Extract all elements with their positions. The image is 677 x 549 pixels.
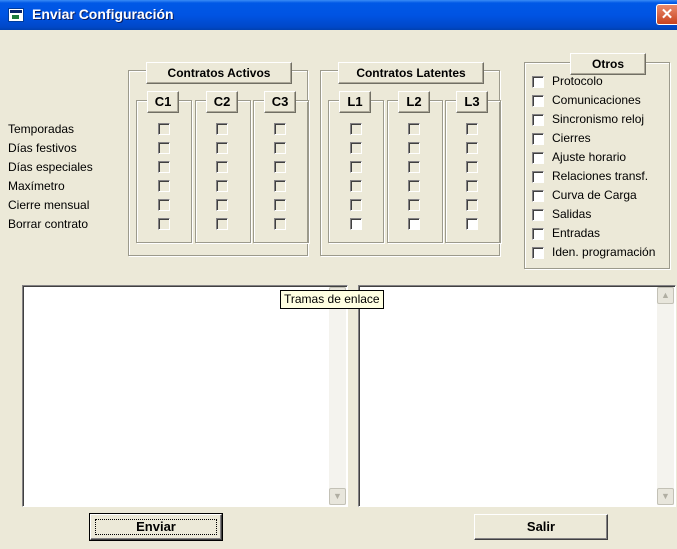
row-label-borrar-contrato: Borrar contrato bbox=[8, 217, 89, 231]
scroll-up-arrow-icon[interactable]: ▲ bbox=[657, 287, 674, 304]
c1-maximetro-checkbox[interactable] bbox=[158, 180, 170, 192]
c2-column-title: C2 bbox=[206, 91, 238, 113]
c3-dias-especiales-checkbox[interactable] bbox=[274, 161, 286, 173]
c1-dias-especiales-checkbox[interactable] bbox=[158, 161, 170, 173]
c1-column-title: C1 bbox=[147, 91, 179, 113]
curva-de-carga-label: Curva de Carga bbox=[552, 188, 637, 202]
l2-cierre-mensual-checkbox[interactable] bbox=[408, 199, 420, 211]
l3-maximetro-checkbox[interactable] bbox=[466, 180, 478, 192]
l1-cierre-mensual-checkbox[interactable] bbox=[350, 199, 362, 211]
window-title: Enviar Configuración bbox=[32, 6, 174, 22]
right-text-area-scrollbar[interactable]: ▲ ▼ bbox=[657, 287, 674, 505]
left-text-area-scrollbar[interactable]: ▲ ▼ bbox=[329, 287, 346, 505]
l3-dias-especiales-checkbox[interactable] bbox=[466, 161, 478, 173]
ajuste-horario-checkbox[interactable] bbox=[532, 152, 544, 164]
c3-dias-festivos-checkbox[interactable] bbox=[274, 142, 286, 154]
entradas-label: Entradas bbox=[552, 226, 601, 240]
salidas-checkbox[interactable] bbox=[532, 209, 544, 221]
iden-programacion-label: Iden. programación bbox=[552, 245, 656, 259]
l3-cierre-mensual-checkbox[interactable] bbox=[466, 199, 478, 211]
row-label-cierre-mensual: Cierre mensual bbox=[8, 198, 90, 212]
sincronismo-reloj-label: Sincronismo reloj bbox=[552, 112, 645, 126]
scroll-down-arrow-icon[interactable]: ▼ bbox=[329, 488, 346, 505]
row-label-temporadas: Temporadas bbox=[8, 122, 75, 136]
l2-dias-especiales-checkbox[interactable] bbox=[408, 161, 420, 173]
protocolo-label: Protocolo bbox=[552, 74, 603, 88]
l3-column-title: L3 bbox=[456, 91, 488, 113]
c1-cierre-mensual-checkbox[interactable] bbox=[158, 199, 170, 211]
cierres-checkbox[interactable] bbox=[532, 133, 544, 145]
c3-temporadas-checkbox[interactable] bbox=[274, 123, 286, 135]
c2-temporadas-checkbox[interactable] bbox=[216, 123, 228, 135]
relaciones-transf-label: Relaciones transf. bbox=[552, 169, 649, 183]
c3-borrar-contrato-checkbox[interactable] bbox=[274, 218, 286, 230]
ajuste-horario-label: Ajuste horario bbox=[552, 150, 627, 164]
c2-dias-especiales-checkbox[interactable] bbox=[216, 161, 228, 173]
c1-dias-festivos-checkbox[interactable] bbox=[158, 142, 170, 154]
comunicaciones-checkbox[interactable] bbox=[532, 95, 544, 107]
cierres-label: Cierres bbox=[552, 131, 591, 145]
l1-maximetro-checkbox[interactable] bbox=[350, 180, 362, 192]
row-label-dias-festivos: Días festivos bbox=[8, 141, 77, 155]
salidas-label: Salidas bbox=[552, 207, 592, 221]
entradas-checkbox[interactable] bbox=[532, 228, 544, 240]
left-text-area[interactable]: ▲ ▼ bbox=[22, 285, 348, 507]
salir-button[interactable]: Salir bbox=[474, 514, 608, 540]
l3-temporadas-checkbox[interactable] bbox=[466, 123, 478, 135]
c3-maximetro-checkbox[interactable] bbox=[274, 180, 286, 192]
l2-dias-festivos-checkbox[interactable] bbox=[408, 142, 420, 154]
enviar-button[interactable]: Enviar bbox=[89, 513, 223, 541]
c2-borrar-contrato-checkbox[interactable] bbox=[216, 218, 228, 230]
l2-column-title: L2 bbox=[398, 91, 430, 113]
c2-maximetro-checkbox[interactable] bbox=[216, 180, 228, 192]
c1-borrar-contrato-checkbox[interactable] bbox=[158, 218, 170, 230]
curva-de-carga-checkbox[interactable] bbox=[532, 190, 544, 202]
scroll-down-arrow-icon[interactable]: ▼ bbox=[657, 488, 674, 505]
l2-temporadas-checkbox[interactable] bbox=[408, 123, 420, 135]
l1-dias-especiales-checkbox[interactable] bbox=[350, 161, 362, 173]
l1-dias-festivos-checkbox[interactable] bbox=[350, 142, 362, 154]
salir-button-label: Salir bbox=[526, 519, 556, 534]
row-label-maximetro: Maxímetro bbox=[8, 179, 65, 193]
row-label-dias-especiales: Días especiales bbox=[8, 160, 93, 174]
l2-maximetro-checkbox[interactable] bbox=[408, 180, 420, 192]
l3-dias-festivos-checkbox[interactable] bbox=[466, 142, 478, 154]
l3-borrar-contrato-checkbox[interactable] bbox=[466, 218, 478, 230]
protocolo-checkbox[interactable] bbox=[532, 76, 544, 88]
right-text-area[interactable]: ▲ ▼ bbox=[358, 285, 676, 507]
l2-borrar-contrato-checkbox[interactable] bbox=[408, 218, 420, 230]
tooltip-tramas-de-enlace: Tramas de enlace bbox=[280, 290, 384, 309]
l1-borrar-contrato-checkbox[interactable] bbox=[350, 218, 362, 230]
app-window-icon bbox=[8, 8, 24, 22]
sincronismo-reloj-checkbox[interactable] bbox=[532, 114, 544, 126]
title-bar: Enviar Configuración ✕ bbox=[0, 0, 677, 30]
l1-temporadas-checkbox[interactable] bbox=[350, 123, 362, 135]
relaciones-transf-checkbox[interactable] bbox=[532, 171, 544, 183]
iden-programacion-checkbox[interactable] bbox=[532, 247, 544, 259]
c2-dias-festivos-checkbox[interactable] bbox=[216, 142, 228, 154]
c1-temporadas-checkbox[interactable] bbox=[158, 123, 170, 135]
comunicaciones-label: Comunicaciones bbox=[552, 93, 641, 107]
close-button[interactable]: ✕ bbox=[656, 4, 677, 25]
contratos-latentes-title: Contratos Latentes bbox=[338, 62, 484, 84]
enviar-button-label: Enviar bbox=[136, 519, 176, 534]
c2-cierre-mensual-checkbox[interactable] bbox=[216, 199, 228, 211]
contratos-activos-title: Contratos Activos bbox=[146, 62, 292, 84]
c3-cierre-mensual-checkbox[interactable] bbox=[274, 199, 286, 211]
c3-column-title: C3 bbox=[264, 91, 296, 113]
otros-title: Otros bbox=[570, 53, 646, 75]
l1-column-title: L1 bbox=[339, 91, 371, 113]
